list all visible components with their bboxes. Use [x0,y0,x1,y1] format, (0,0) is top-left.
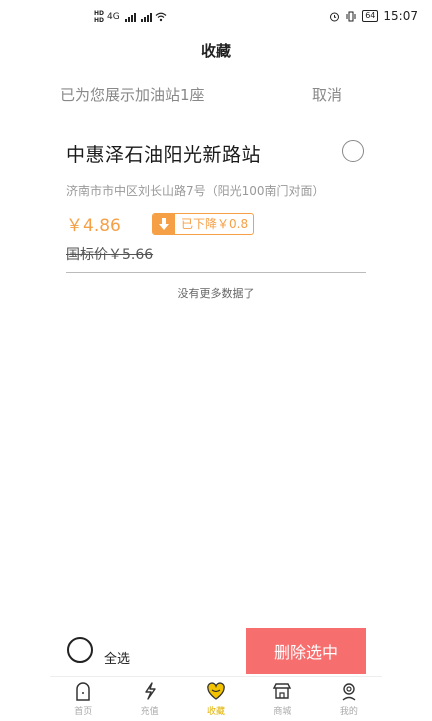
home-icon [76,682,90,701]
price-drop-text: 已下降￥0.8 [181,217,249,231]
select-all-radio[interactable] [67,637,93,663]
tab-shop[interactable]: 商城 [249,677,315,721]
signal-icon-2 [140,12,152,22]
tab-profile[interactable]: 我的 [316,677,382,721]
divider [66,272,366,273]
profile-icon [342,683,356,701]
delete-selected-button[interactable]: 删除选中 [246,628,366,674]
wifi-icon [155,12,167,22]
arrow-down-icon [153,213,175,234]
tab-label: 首页 [74,707,93,717]
bottom-tab-bar: 首页 充值 收藏 商城 我的 [50,676,382,721]
tab-label: 充值 [140,707,159,717]
status-bar: HD HD 4G 64 15:07 [0,0,432,34]
station-count-text: 已为您展示加油站1座 [60,86,205,104]
station-address: 济南市市中区刘长山路7号（阳光100南门对面） [66,184,325,198]
tab-home[interactable]: 首页 [50,677,116,721]
lightning-icon [144,682,156,700]
shop-icon [273,683,292,699]
system-status: 64 15:07 [329,9,418,23]
hd-icon: HD HD [94,10,105,24]
clock: 15:07 [383,9,418,23]
no-more-data-text: 没有更多数据了 [177,287,255,300]
tab-label: 商城 [273,707,292,717]
battery-icon: 64 [362,10,379,22]
network-status: HD HD 4G [94,10,167,24]
cancel-button[interactable]: 取消 [312,84,342,105]
alarm-icon [330,12,340,21]
tab-favorites[interactable]: 收藏 [183,677,249,721]
network-label: 4G [107,12,120,22]
station-select-radio[interactable] [342,140,364,162]
page-title: 收藏 [200,42,231,60]
station-card[interactable]: 中惠泽石油阳光新路站 济南市市中区刘长山路7号（阳光100南门对面） ￥4.86… [66,140,366,264]
select-all-label[interactable]: 全选 [104,648,130,667]
vibrate-icon [346,11,356,21]
tab-label: 收藏 [207,707,226,717]
heart-icon [207,682,225,700]
signal-icon [124,12,136,22]
tab-label: 我的 [339,707,358,717]
station-name: 中惠泽石油阳光新路站 [66,144,262,166]
station-price: ￥4.86 [66,216,121,236]
tab-recharge[interactable]: 充值 [116,677,182,721]
price-row: ￥4.86 已下降￥0.8 [66,211,366,236]
national-price: 国标价￥5.66 [66,247,154,263]
price-drop-badge: 已下降￥0.8 [152,212,255,235]
